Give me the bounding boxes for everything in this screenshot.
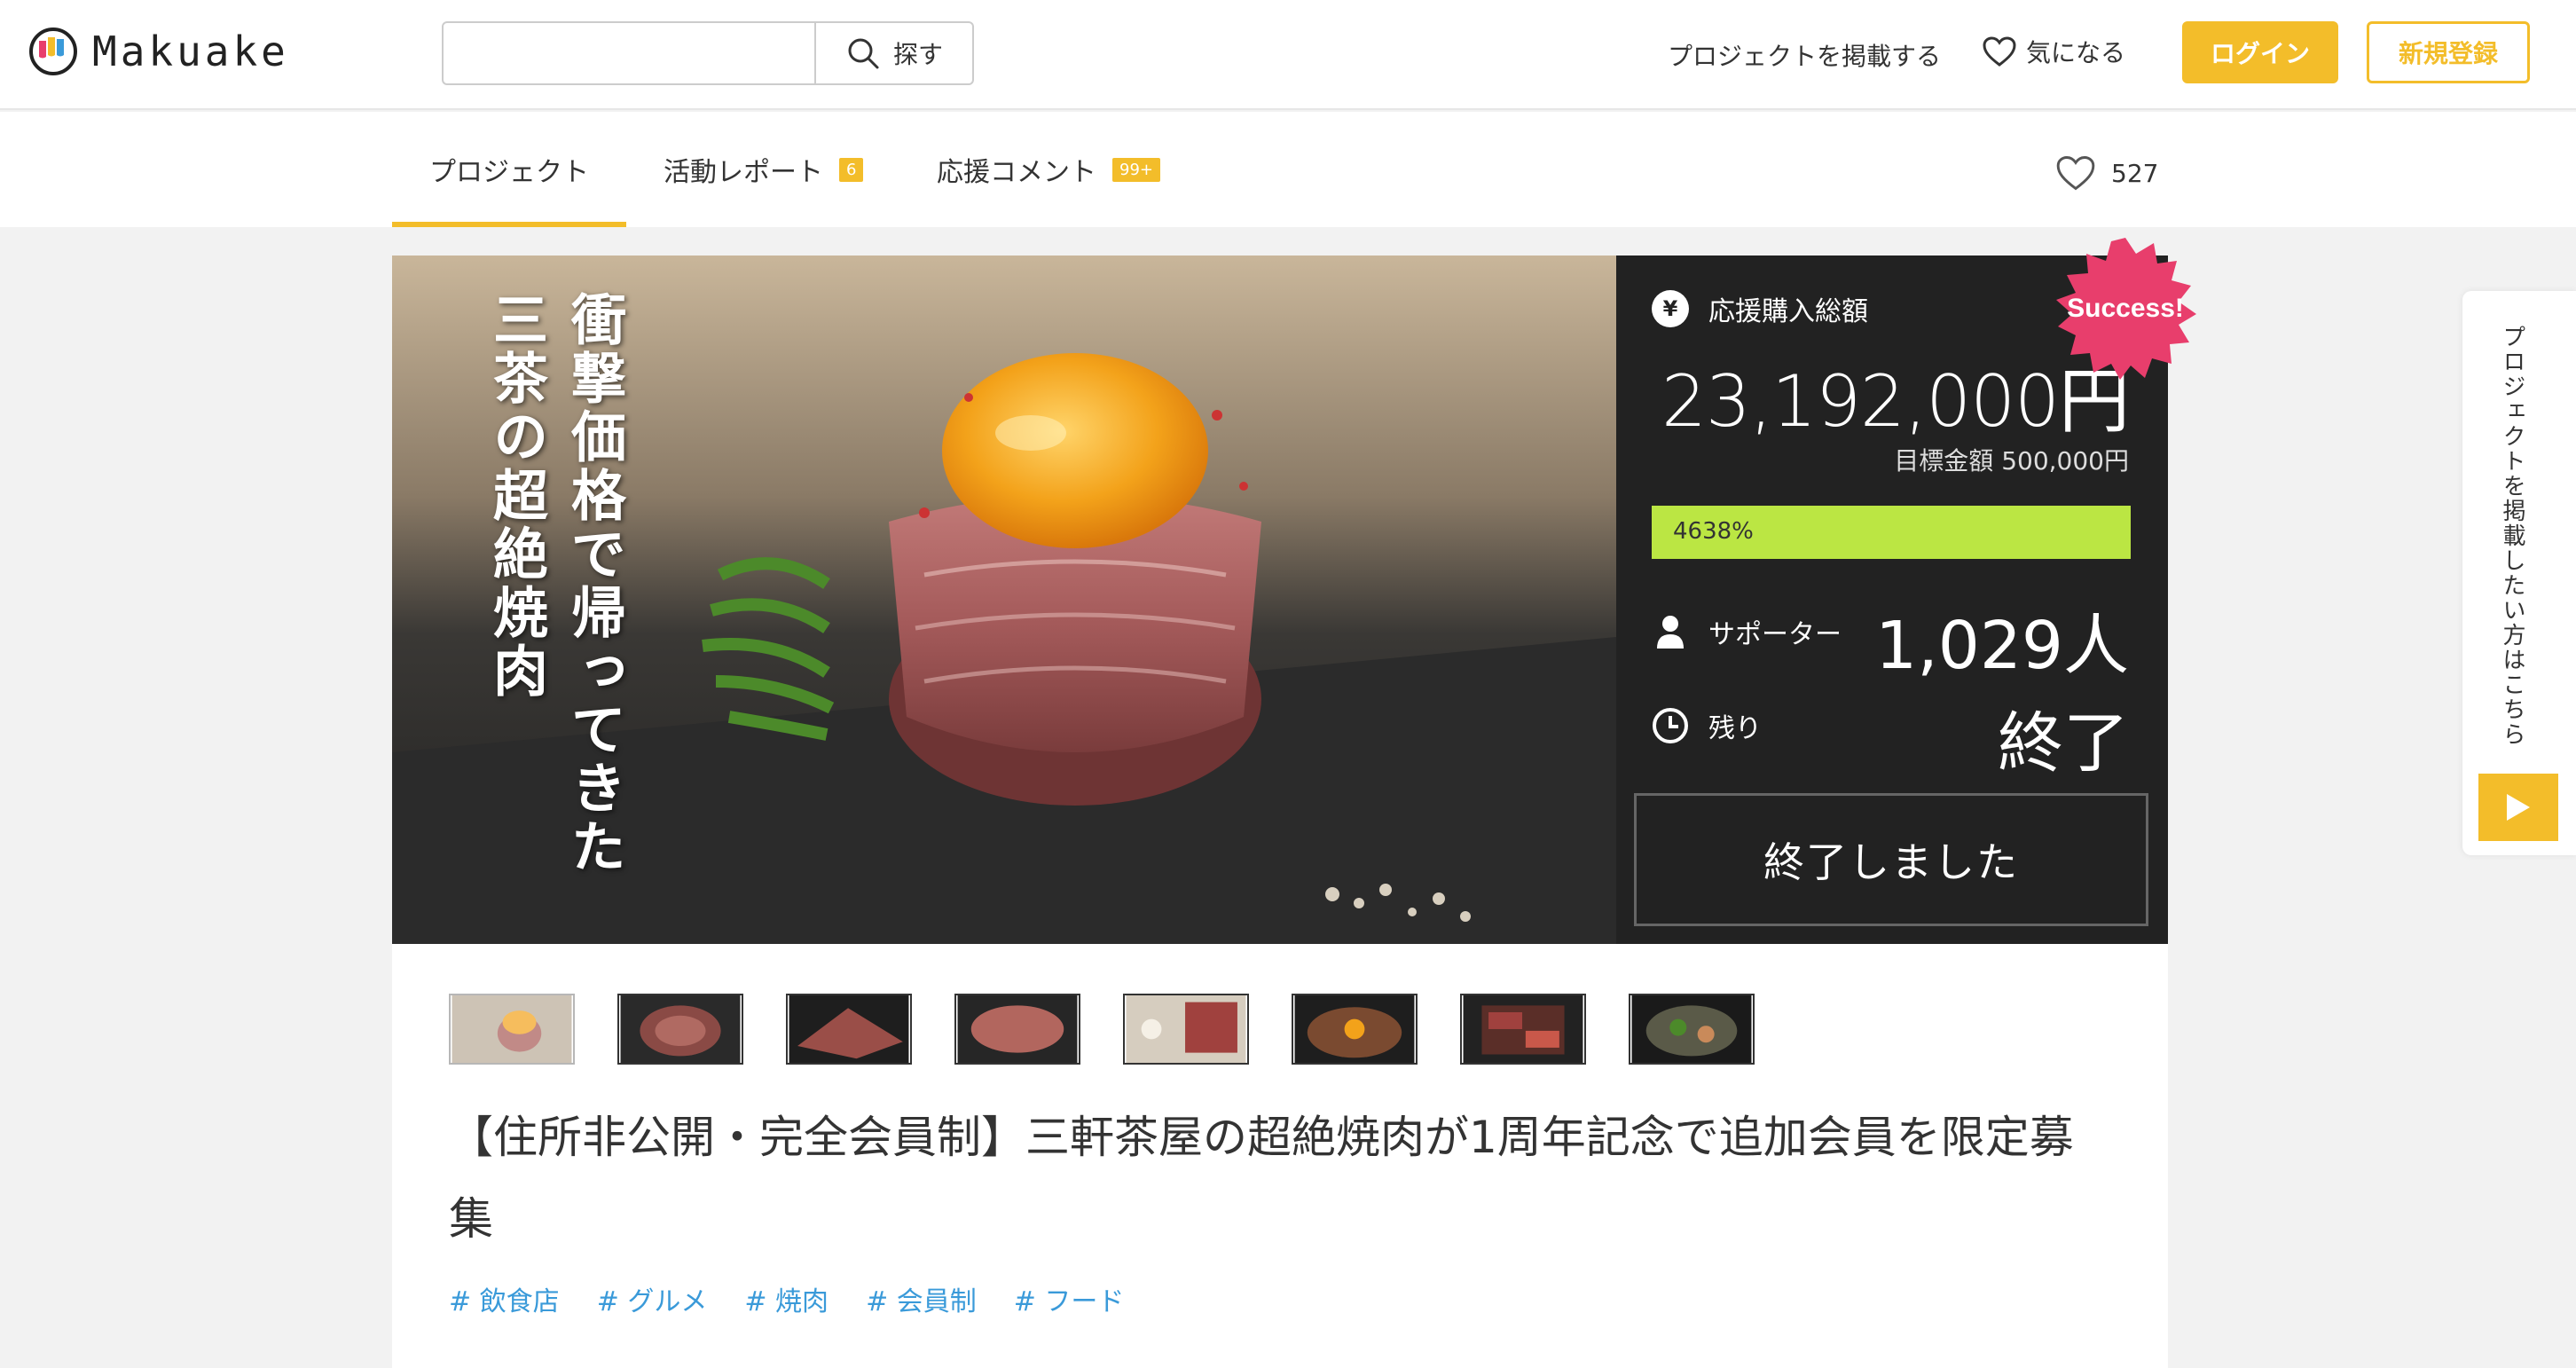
tag-link[interactable]: # グルメ [597, 1279, 708, 1318]
tag-link[interactable]: # 会員制 [866, 1279, 977, 1318]
tab-project[interactable]: プロジェクト [392, 112, 626, 227]
project-summary-card: 【住所非公開・完全会員制】三軒茶屋の超絶焼肉が1周年記念で追加会員を限定募集 #… [392, 944, 2168, 1368]
search-button[interactable]: 探す [814, 23, 972, 83]
tab-activity-report[interactable]: 活動レポート 6 [664, 112, 864, 227]
search-icon [848, 38, 879, 69]
favorites-link[interactable]: 気になる [1982, 34, 2125, 69]
progress-fill: 4638% [1652, 506, 2131, 559]
thumbnail[interactable] [1123, 994, 1249, 1065]
ended-button[interactable]: 終了しました [1634, 793, 2148, 926]
project-title: 【住所非公開・完全会員制】三軒茶屋の超絶焼肉が1周年記念で追加会員を限定募集 [449, 1112, 2074, 1245]
play-button[interactable] [2478, 774, 2558, 841]
thumbnail[interactable] [954, 994, 1080, 1065]
tag-link[interactable]: # 飲食店 [449, 1279, 560, 1318]
supporters-row: サポーター [1652, 612, 1842, 651]
tab-label: プロジェクト [429, 157, 589, 188]
progress-percent: 4638% [1673, 518, 1754, 545]
play-icon [2507, 794, 2530, 821]
tab-label: 活動レポート [664, 157, 823, 188]
remaining-value: 終了 [1998, 705, 2129, 782]
thumbnail[interactable] [617, 994, 743, 1065]
search-input[interactable] [444, 23, 814, 83]
like-button[interactable]: 527 [2054, 154, 2158, 192]
hero-image[interactable]: 衝撃価格で帰ってきた 三茶の超絶焼肉 [392, 256, 1616, 944]
count-badge: 99+ [1112, 157, 1160, 182]
post-project-link[interactable]: プロジェクトを掲載する [1668, 37, 1941, 73]
thumbnail-strip [449, 994, 1755, 1065]
thumbnail[interactable] [1460, 994, 1586, 1065]
site-header: Makuake 探す プロジェクトを掲載する 気になる ログイン 新規登録 [0, 0, 2576, 110]
yen-icon: ¥ [1652, 290, 1689, 327]
success-badge-label: Success! [2067, 294, 2184, 323]
makuake-logo[interactable]: Makuake [28, 27, 289, 76]
heart-icon [2056, 156, 2095, 191]
thumbnail[interactable] [1629, 994, 1755, 1065]
search-box: 探す [442, 21, 974, 85]
project-tabbar: プロジェクト 活動レポート 6 応援コメント 99+ 527 [0, 112, 2576, 227]
login-button[interactable]: ログイン [2182, 21, 2338, 83]
supporters-count: 1,029人 [1875, 608, 2129, 684]
total-label: 応援購入総額 [1708, 296, 1868, 327]
search-button-label: 探す [892, 40, 943, 69]
logo-text: Makuake [92, 28, 289, 75]
hero-title-line-1: 衝撃価格で帰ってきた [562, 291, 626, 877]
hero-title-line-2: 三茶の超絶焼肉 [483, 291, 548, 701]
clock-icon [1652, 707, 1689, 744]
user-icon [1652, 613, 1689, 650]
count-badge: 6 [839, 157, 864, 182]
heart-icon [1983, 36, 2016, 67]
tag-list: # 飲食店 # グルメ # 焼肉 # 会員制 # フード [449, 1279, 1124, 1318]
makuake-logo-icon [29, 28, 77, 75]
thumbnail[interactable] [1292, 994, 1418, 1065]
tag-link[interactable]: # 焼肉 [744, 1279, 829, 1318]
tab-support-comments[interactable]: 応援コメント 99+ [937, 112, 1160, 227]
total-row: ¥ 応援購入総額 [1652, 289, 1868, 328]
tab-label: 応援コメント [937, 157, 1096, 188]
side-widget-text: プロジェクトを掲載したい方はこちら [2499, 325, 2525, 747]
progress-bar: 4638% [1652, 506, 2131, 559]
supporters-label: サポーター [1708, 619, 1842, 650]
post-project-side-widget[interactable]: プロジェクトを掲載したい方はこちら [2462, 291, 2576, 855]
success-badge: Success! [2051, 234, 2200, 383]
favorites-label: 気になる [2026, 38, 2126, 67]
goal-amount: 目標金額 500,000円 [1894, 446, 2129, 476]
like-count: 527 [2111, 158, 2159, 188]
thumbnail[interactable] [786, 994, 912, 1065]
remaining-row: 残り [1652, 706, 1762, 745]
signup-button[interactable]: 新規登録 [2367, 21, 2530, 83]
tag-link[interactable]: # フード [1014, 1279, 1125, 1318]
remaining-label: 残り [1708, 713, 1762, 744]
thumbnail[interactable] [449, 994, 575, 1065]
